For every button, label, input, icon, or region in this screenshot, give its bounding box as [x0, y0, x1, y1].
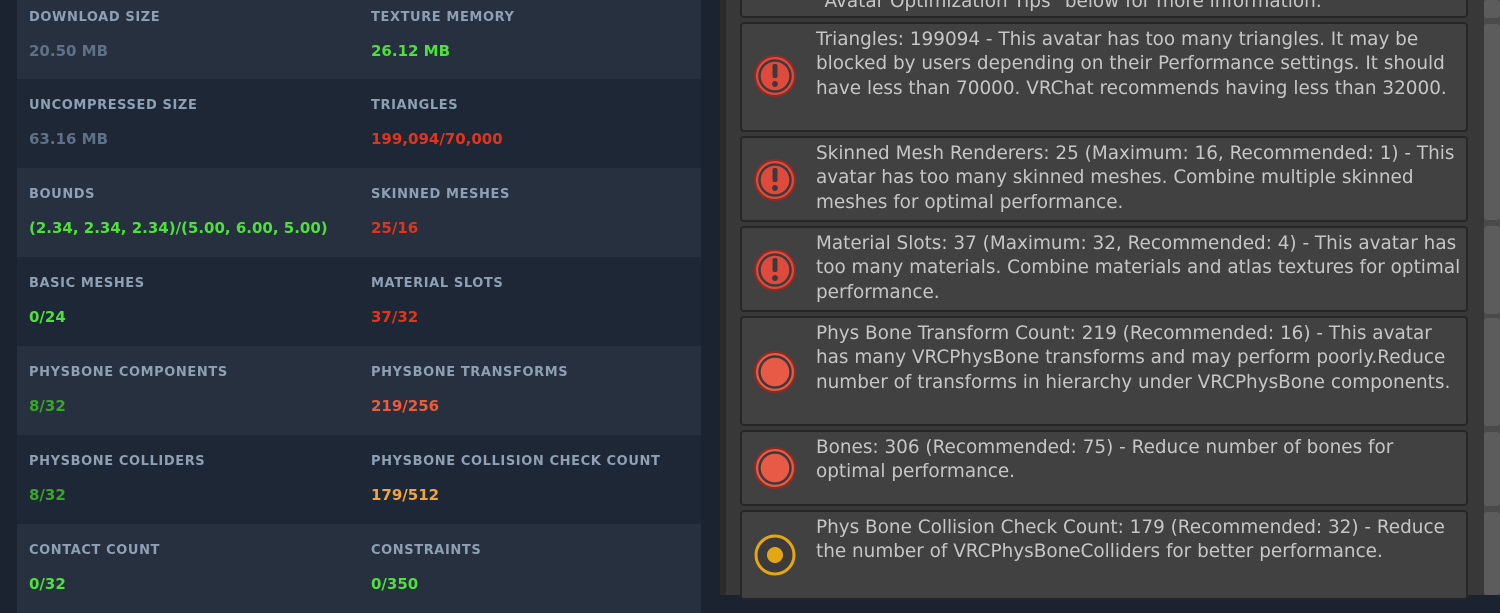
message-box-triangles: Triangles: 199094 - This avatar has too …	[740, 22, 1468, 132]
error-exclamation-icon	[754, 55, 796, 97]
message-box-material-slots: Material Slots: 37 (Maximum: 32, Recomme…	[740, 226, 1468, 312]
scroll-segment	[1484, 512, 1500, 595]
stat-value: 8/32	[29, 397, 66, 415]
scrollbar[interactable]	[1484, 0, 1500, 595]
stat-label: CONTACT COUNT	[29, 543, 161, 558]
warning-circle-icon	[754, 351, 796, 393]
error-exclamation-icon	[754, 159, 796, 201]
stat-row: PHYSBONE COMPONENTS 8/32 PHYSBONE TRANSF…	[17, 346, 701, 435]
message-box-bones: Bones: 306 (Recommended: 75) - Reduce nu…	[740, 430, 1468, 506]
stat-label: UNCOMPRESSED SIZE	[29, 98, 198, 113]
stat-value: (2.34, 2.34, 2.34)/(5.00, 6.00, 5.00)	[29, 219, 328, 237]
stat-label: PHYSBONE COLLIDERS	[29, 454, 206, 469]
message-text: Skinned Mesh Renderers: 25 (Maximum: 16,…	[816, 143, 1455, 213]
stat-label: CONSTRAINTS	[371, 543, 482, 558]
message-box-skinned-meshes: Skinned Mesh Renderers: 25 (Maximum: 16,…	[740, 136, 1468, 222]
scroll-thumb[interactable]	[1484, 24, 1500, 220]
scroll-segment	[1484, 226, 1500, 314]
stat-label: PHYSBONE TRANSFORMS	[371, 365, 569, 380]
message-text: "Avatar Optimization Tips" below for mor…	[816, 0, 1322, 12]
stat-label: SKINNED MESHES	[371, 187, 510, 202]
stat-value: 199,094/70,000	[371, 130, 503, 148]
warning-circle-icon	[754, 447, 796, 489]
stat-value: 179/512	[371, 486, 440, 504]
panel-divider	[720, 0, 726, 595]
info-dot-icon	[754, 534, 796, 576]
message-text: Phys Bone Transform Count: 219 (Recommen…	[816, 323, 1451, 393]
message-box-optimization-tips: "Avatar Optimization Tips" below for mor…	[740, 0, 1468, 18]
stat-value: 26.12 MB	[371, 42, 451, 60]
message-text: Phys Bone Collision Check Count: 179 (Re…	[816, 517, 1445, 563]
validation-messages-panel: "Avatar Optimization Tips" below for mor…	[720, 0, 1500, 600]
stat-value: 0/350	[371, 575, 419, 593]
stat-row: BOUNDS (2.34, 2.34, 2.34)/(5.00, 6.00, 5…	[17, 168, 701, 257]
scroll-segment	[1484, 318, 1500, 426]
stat-value: 20.50 MB	[29, 42, 109, 60]
stat-row: DOWNLOAD SIZE 20.50 MB TEXTURE MEMORY 26…	[17, 0, 701, 79]
stat-label: BASIC MESHES	[29, 276, 145, 291]
stat-value: 219/256	[371, 397, 440, 415]
stat-label: BOUNDS	[29, 187, 96, 202]
message-text: Bones: 306 (Recommended: 75) - Reduce nu…	[816, 437, 1394, 483]
stat-row: UNCOMPRESSED SIZE 63.16 MB TRIANGLES 199…	[17, 79, 701, 168]
stat-label: PHYSBONE COMPONENTS	[29, 365, 228, 380]
stat-value: 25/16	[371, 219, 419, 237]
stat-row: BASIC MESHES 0/24 MATERIAL SLOTS 37/32	[17, 257, 701, 346]
stat-label: TRIANGLES	[371, 98, 459, 113]
message-box-collision-check-count: Phys Bone Collision Check Count: 179 (Re…	[740, 510, 1468, 600]
scroll-segment	[1484, 432, 1500, 506]
stat-value: 37/32	[371, 308, 419, 326]
message-text: Material Slots: 37 (Maximum: 32, Recomme…	[816, 233, 1461, 303]
stat-value: 0/32	[29, 575, 66, 593]
error-exclamation-icon	[754, 249, 796, 291]
stat-value: 8/32	[29, 486, 66, 504]
stat-label: DOWNLOAD SIZE	[29, 10, 161, 25]
stat-value: 0/24	[29, 308, 66, 326]
stat-row: PHYSBONE COLLIDERS 8/32 PHYSBONE COLLISI…	[17, 435, 701, 524]
performance-stats-panel: DOWNLOAD SIZE 20.50 MB TEXTURE MEMORY 26…	[0, 0, 720, 613]
stat-row: CONTACT COUNT 0/32 CONSTRAINTS 0/350	[17, 524, 701, 613]
stat-label: PHYSBONE COLLISION CHECK COUNT	[371, 454, 661, 469]
stat-value: 63.16 MB	[29, 130, 109, 148]
message-text: Triangles: 199094 - This avatar has too …	[816, 29, 1447, 99]
scroll-segment	[1484, 0, 1500, 18]
message-box-physbone-transforms: Phys Bone Transform Count: 219 (Recommen…	[740, 316, 1468, 426]
stat-label: TEXTURE MEMORY	[371, 10, 515, 25]
stat-label: MATERIAL SLOTS	[371, 276, 504, 291]
